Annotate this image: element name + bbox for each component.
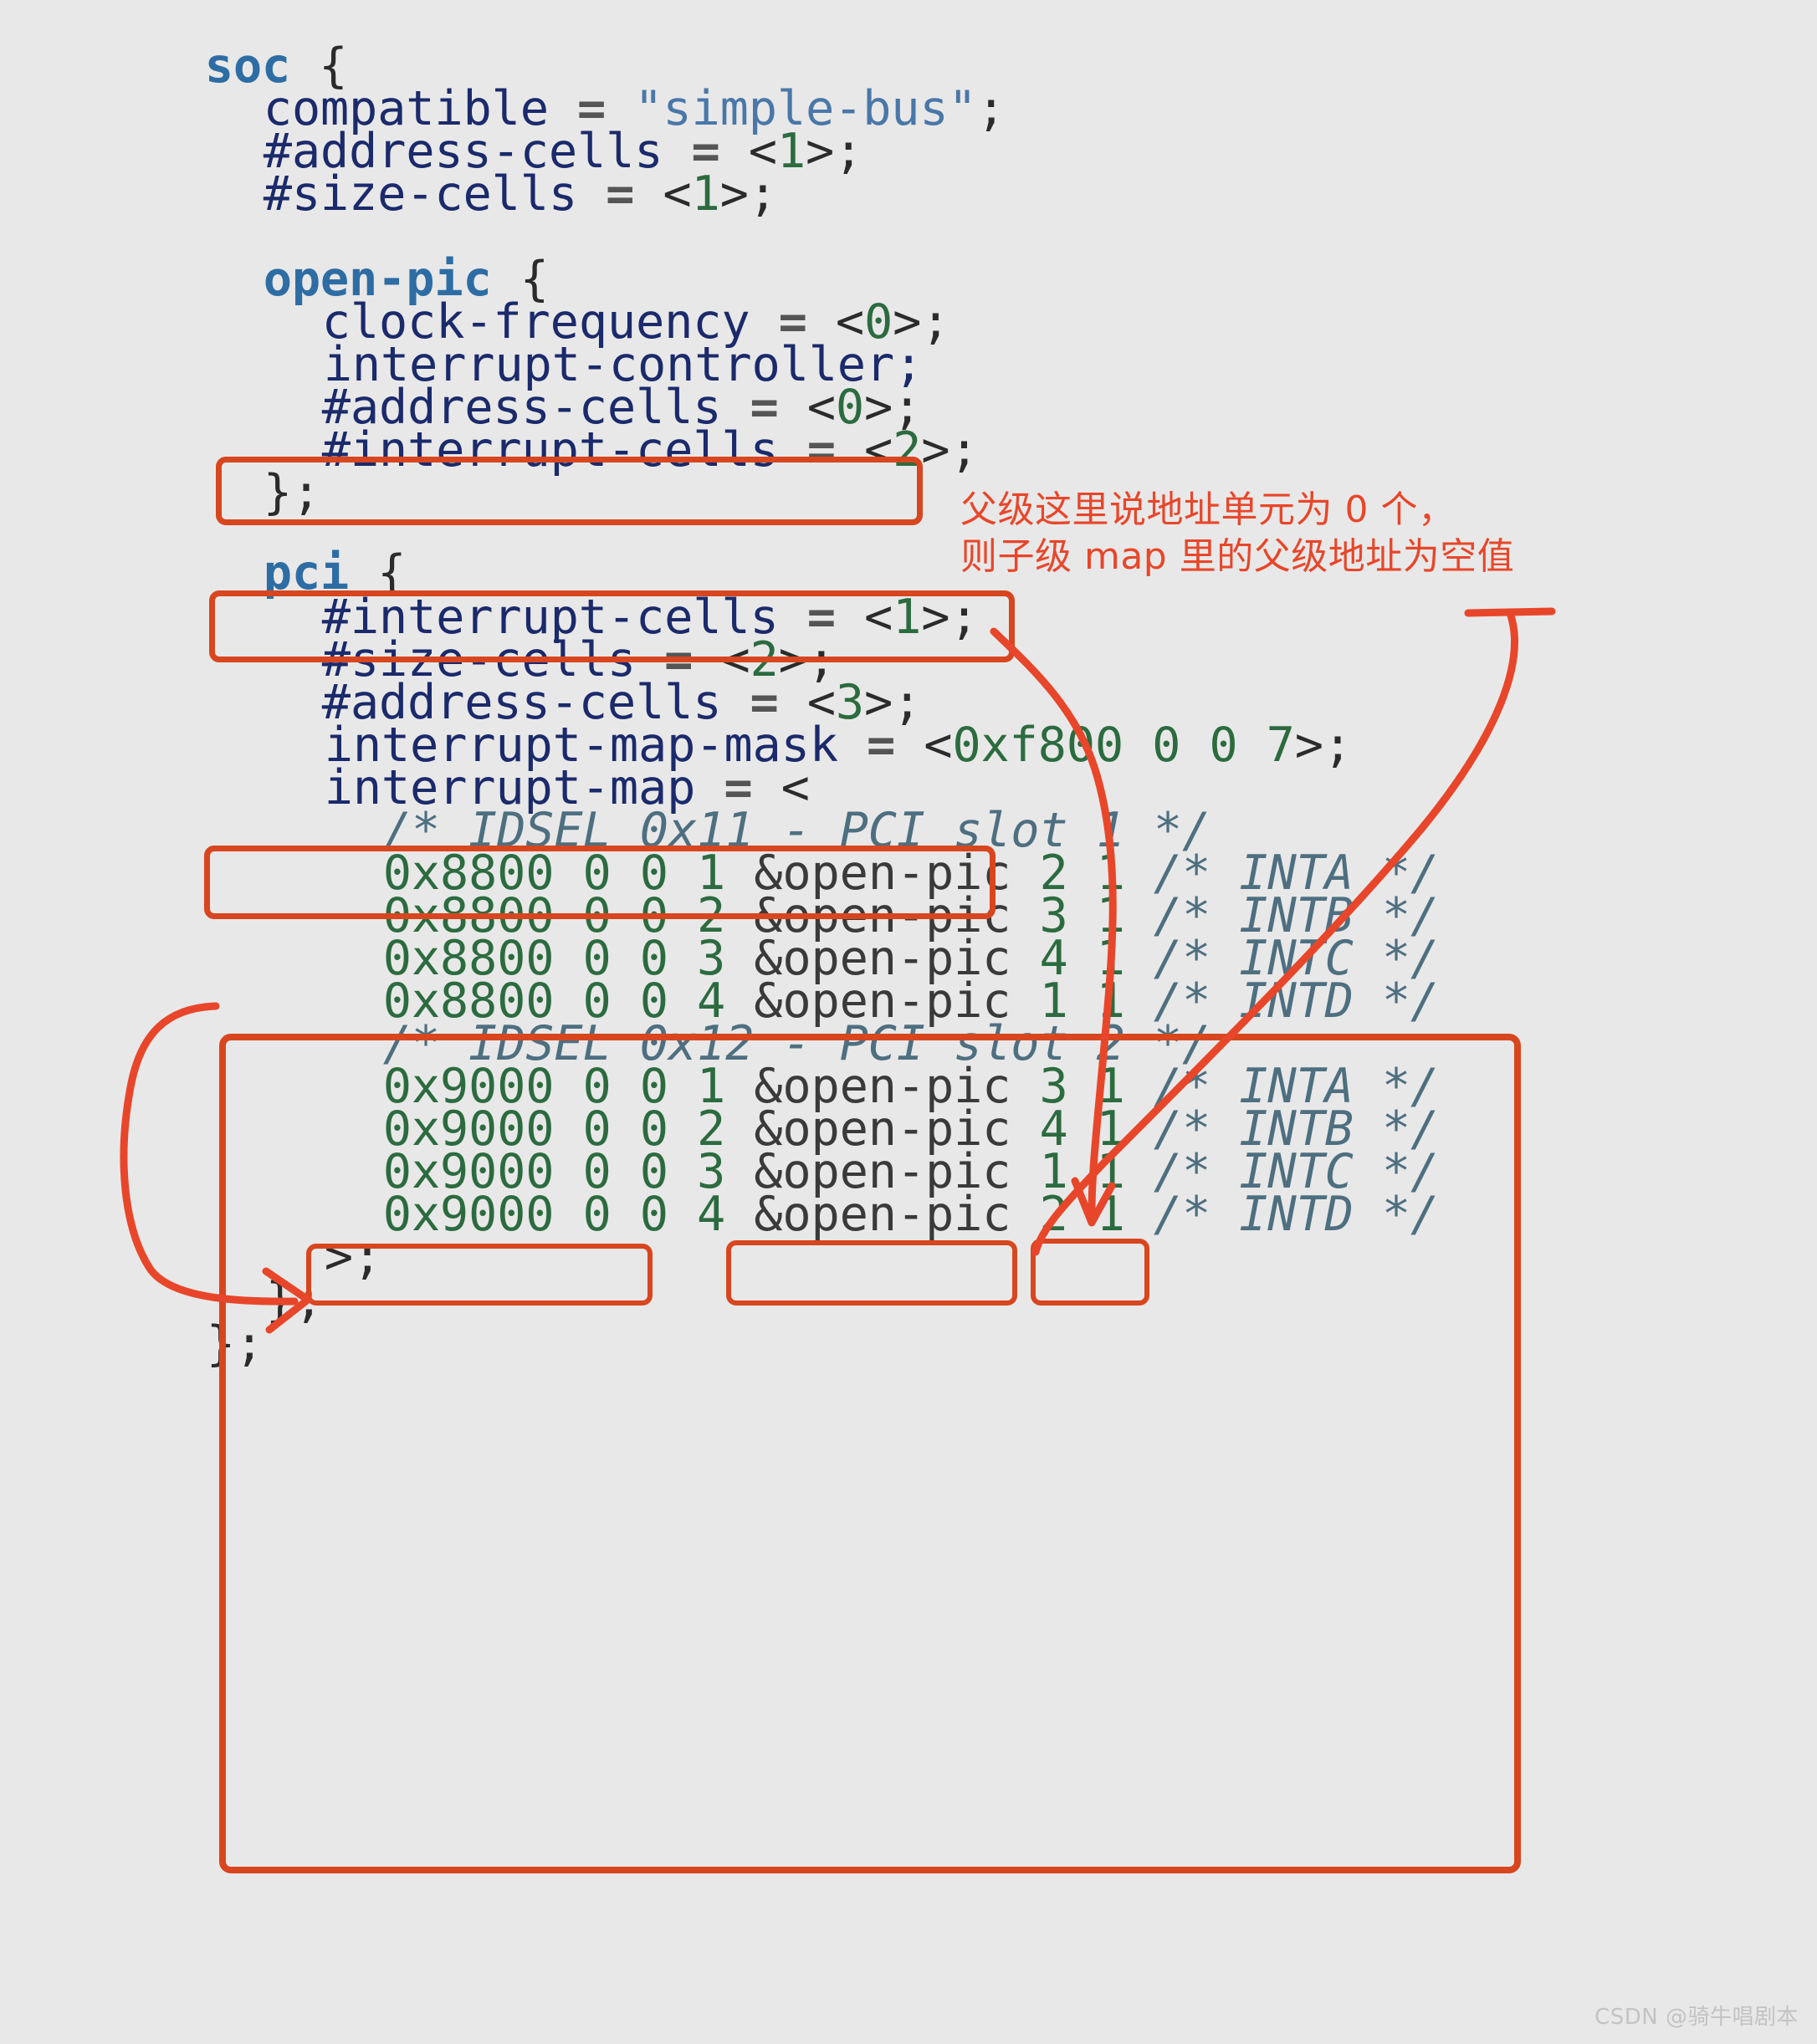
value-soc-address-cells: 1 [776, 124, 806, 179]
row-child-irq: 4 [697, 1187, 726, 1242]
list-close: >; [324, 1229, 381, 1285]
row-child-address: 0x9000 0 0 [382, 1187, 668, 1242]
row-comment: /* INTD */ [1153, 1187, 1440, 1242]
value-openpic-interrupt-cells: 2 [893, 422, 922, 478]
value-soc-size-cells: 1 [691, 166, 720, 222]
interrupt-map-row: 0x9000 0 0 4 &open-pic 2 1 /* INTD */ [212, 1143, 1440, 1286]
code-line-soc-close: }; [206, 1316, 264, 1372]
row-parent-irq: 2 1 [1039, 1187, 1125, 1242]
csdn-watermark: CSDN @骑牛唱剧本 [1594, 2005, 1799, 2030]
screenshot-canvas: soc { compatible = "simple-bus"; #addres… [0, 0, 1817, 2044]
property-interrupt-cells-openpic: #interrupt-cells [321, 422, 779, 478]
code-block: soc { compatible = "simple-bus"; #addres… [0, 0, 1817, 2044]
row-parent-phandle: &open-pic [754, 1187, 1011, 1242]
